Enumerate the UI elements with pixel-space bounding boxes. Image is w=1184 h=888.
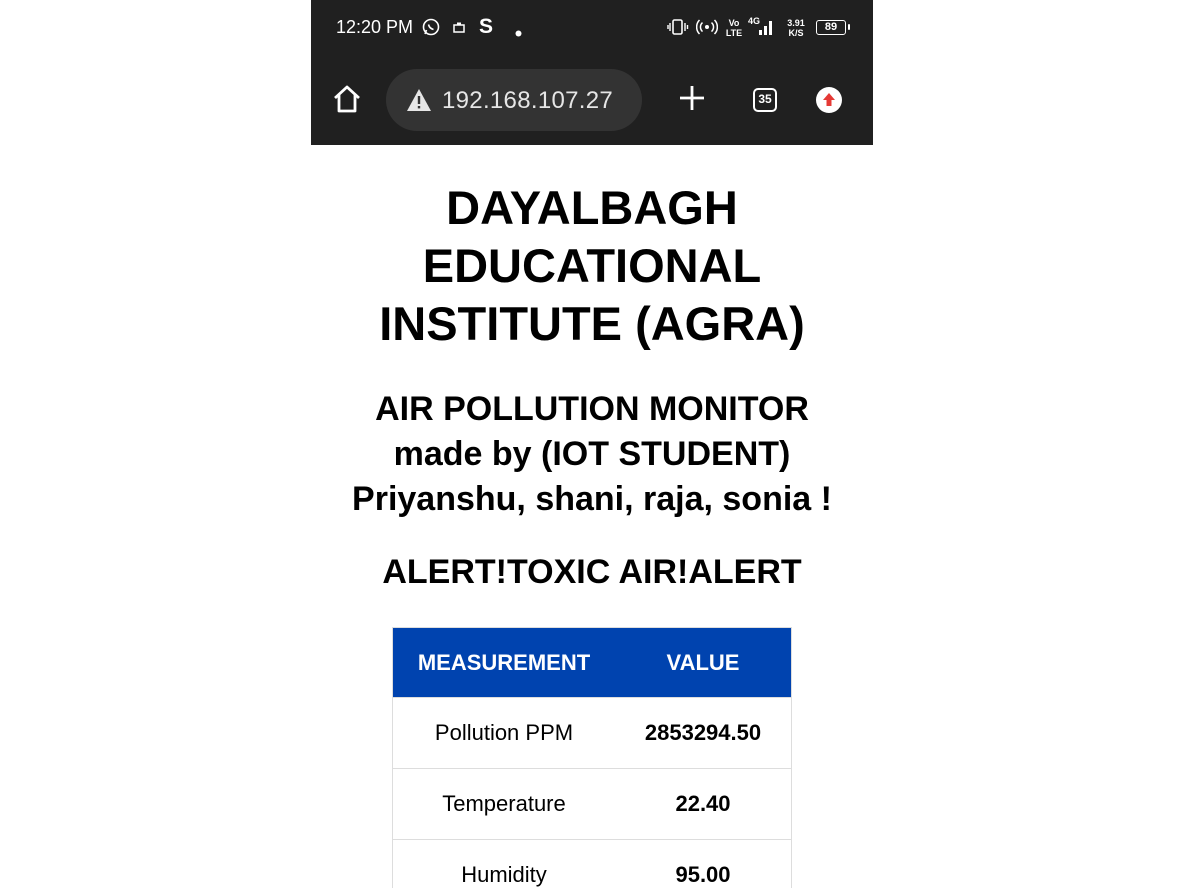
network-speed: 3.91 K/S [787,18,805,38]
measurement-value: 2853294.50 [615,697,792,769]
url-text[interactable]: 192.168.107.27 [442,87,613,115]
measurement-value: 95.00 [615,839,792,888]
status-bar: 12:20 PM S Vo LTE 4G 3.91 K/S 89 [311,0,873,56]
column-header-value: VALUE [615,627,792,698]
project-members: Priyanshu, shani, raja, sonia ! [352,480,832,518]
table-row: Temperature 22.40 [392,768,792,840]
institute-title: DAYALBAGH EDUCATIONAL INSTITUTE (AGRA) [379,181,805,350]
measurement-label: Temperature [392,768,615,840]
project-credit: made by (IOT STUDENT) [393,435,791,473]
not-secure-warning-icon[interactable] [406,88,432,117]
table-row: Pollution PPM 2853294.50 [392,697,792,769]
s-app-icon: S [479,15,494,38]
project-title: AIR POLLUTION MONITOR [375,390,809,428]
project-heading: AIR POLLUTION MONITOR made by (IOT STUDE… [311,387,873,522]
measurement-label: Humidity [392,839,615,888]
tab-switcher-button[interactable]: 35 [753,88,777,112]
measurement-value: 22.40 [615,768,792,840]
column-header-measurement: MEASUREMENT [392,627,615,698]
browser-toolbar: 192.168.107.27 35 [311,56,873,145]
volte-icon: Vo LTE [725,18,743,38]
dot-icon [515,24,522,42]
notification-icon [453,21,465,39]
hotspot-icon [695,18,719,41]
new-tab-plus-icon[interactable] [677,83,707,118]
status-time: 12:20 PM [336,17,414,37]
table-header-row: MEASUREMENT VALUE [392,627,792,698]
whatsapp-icon [422,18,440,41]
battery-icon: 89 [816,20,850,35]
vibrate-icon [667,18,689,41]
alert-heading: ALERT!TOXIC AIR!ALERT [382,553,802,591]
4g-signal-icon: 4G [748,16,776,43]
phone-screen: 12:20 PM S Vo LTE 4G 3.91 K/S 89 192.168… [311,0,873,888]
measurement-table: MEASUREMENT VALUE Pollution PPM 2853294.… [392,627,792,888]
measurement-label: Pollution PPM [392,697,615,769]
table-row: Humidity 95.00 [392,839,792,888]
address-bar[interactable]: 192.168.107.27 [386,69,642,131]
update-icon[interactable] [816,87,842,118]
home-icon[interactable] [331,83,363,120]
